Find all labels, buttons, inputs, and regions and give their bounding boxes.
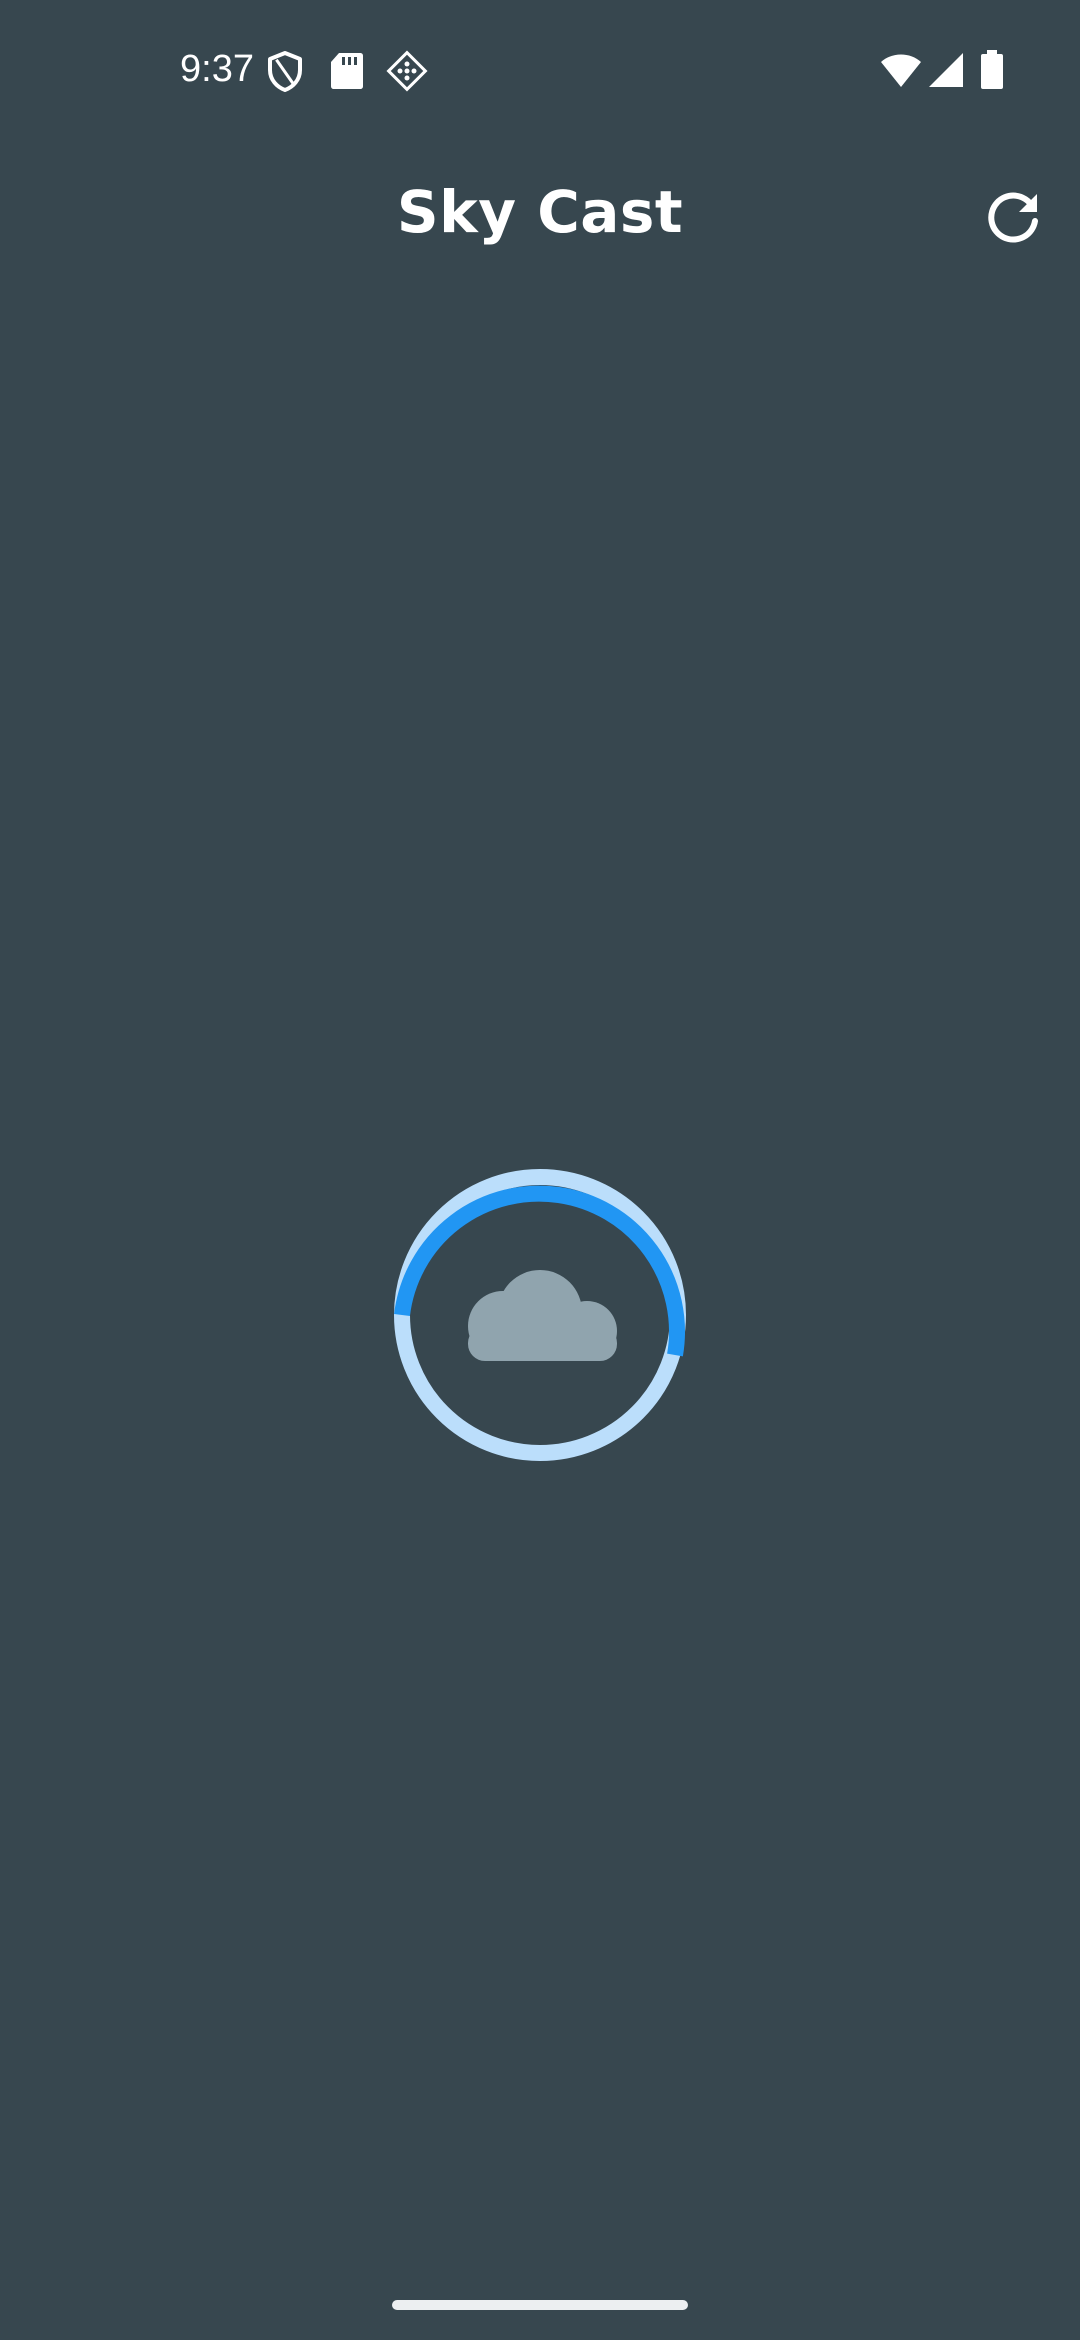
wifi-icon — [881, 54, 921, 87]
sd-card-icon — [331, 53, 363, 89]
shield-icon — [268, 51, 302, 92]
home-indicator[interactable] — [392, 2300, 688, 2310]
page-title: Sky Cast — [396, 178, 684, 246]
loading-spinner — [390, 1165, 690, 1465]
cell-signal-icon — [929, 53, 963, 87]
battery-icon — [981, 50, 1003, 89]
app-notification-icon — [386, 50, 428, 92]
refresh-button[interactable] — [974, 177, 1054, 257]
status-time: 9:37 — [180, 48, 254, 90]
status-bar: 9:37 — [0, 0, 1080, 140]
app-bar: Sky Cast — [0, 150, 1080, 280]
refresh-icon — [988, 192, 1038, 243]
cloud-icon — [468, 1270, 617, 1361]
